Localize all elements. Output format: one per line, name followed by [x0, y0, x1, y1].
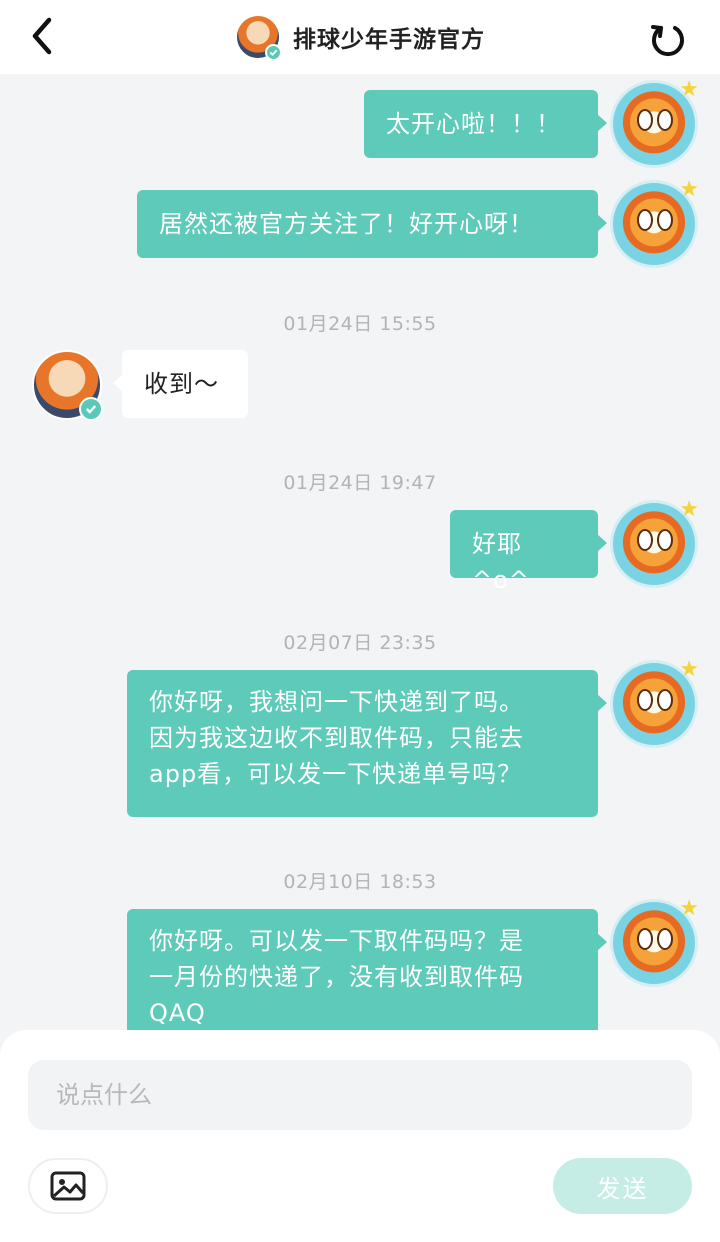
message-text: 收到～: [144, 370, 219, 398]
chevron-left-icon: [32, 17, 52, 55]
send-button[interactable]: 发送: [553, 1158, 692, 1214]
star-icon: ★: [679, 177, 699, 202]
message-bubble-incoming[interactable]: 收到～: [113, 350, 248, 418]
message-text-line: 你好呀。可以发一下取件码吗？是: [149, 927, 524, 955]
official-avatar[interactable]: [235, 14, 282, 61]
message-bubble-outgoing[interactable]: 居然还被官方关注了！好开心呀！: [137, 190, 607, 258]
message-text: 居然还被官方关注了！好开心呀！: [159, 210, 534, 238]
star-icon: ★: [679, 77, 699, 102]
user-avatar[interactable]: ★: [610, 77, 699, 168]
message-text-line: QAQ: [149, 999, 206, 1027]
refresh-icon: [651, 25, 684, 57]
message-text-line: 一月份的快递了，没有收到取件码: [149, 963, 524, 991]
timestamp: 01月24日 19:47: [283, 472, 437, 494]
message-text-line: app看，可以发一下快递单号吗？: [149, 760, 523, 788]
timestamp: 01月24日 15:55: [283, 313, 437, 335]
message-text-line: 因为我这边收不到取件码，只能去: [149, 724, 524, 752]
image-upload-button[interactable]: [28, 1158, 108, 1214]
message-composer: 发送: [0, 1030, 720, 1242]
timestamp: 02月07日 23:35: [283, 632, 437, 654]
star-icon: ★: [679, 497, 699, 522]
message-input[interactable]: [28, 1060, 692, 1130]
refresh-button[interactable]: [646, 16, 690, 60]
chat-title-group: 排球少年手游官方: [235, 14, 485, 61]
user-avatar[interactable]: ★: [610, 177, 699, 268]
user-avatar[interactable]: ★: [610, 657, 699, 748]
verified-badge-icon: [79, 397, 103, 421]
chat-title: 排球少年手游官方: [293, 27, 485, 53]
official-avatar[interactable]: [32, 350, 103, 421]
user-avatar[interactable]: ★: [610, 896, 699, 987]
message-text: 太开心啦！！！: [386, 110, 561, 138]
message-text: 好耶^o^: [472, 530, 530, 594]
verified-badge-icon: [265, 44, 282, 61]
message-bubble-outgoing[interactable]: 太开心啦！！！: [364, 90, 607, 158]
chat-header: 排球少年手游官方: [0, 0, 720, 74]
star-icon: ★: [679, 657, 699, 682]
message-bubble-outgoing[interactable]: 好耶^o^: [450, 510, 607, 594]
star-icon: ★: [679, 896, 699, 921]
back-button[interactable]: [22, 14, 62, 58]
image-icon: [50, 1171, 86, 1201]
message-bubble-outgoing[interactable]: 你好呀，我想问一下快递到了吗。 因为我这边收不到取件码，只能去 app看，可以发…: [127, 670, 607, 817]
user-avatar[interactable]: ★: [610, 497, 699, 588]
timestamp: 02月10日 18:53: [283, 871, 437, 893]
message-text-line: 你好呀，我想问一下快递到了吗。: [149, 688, 524, 716]
